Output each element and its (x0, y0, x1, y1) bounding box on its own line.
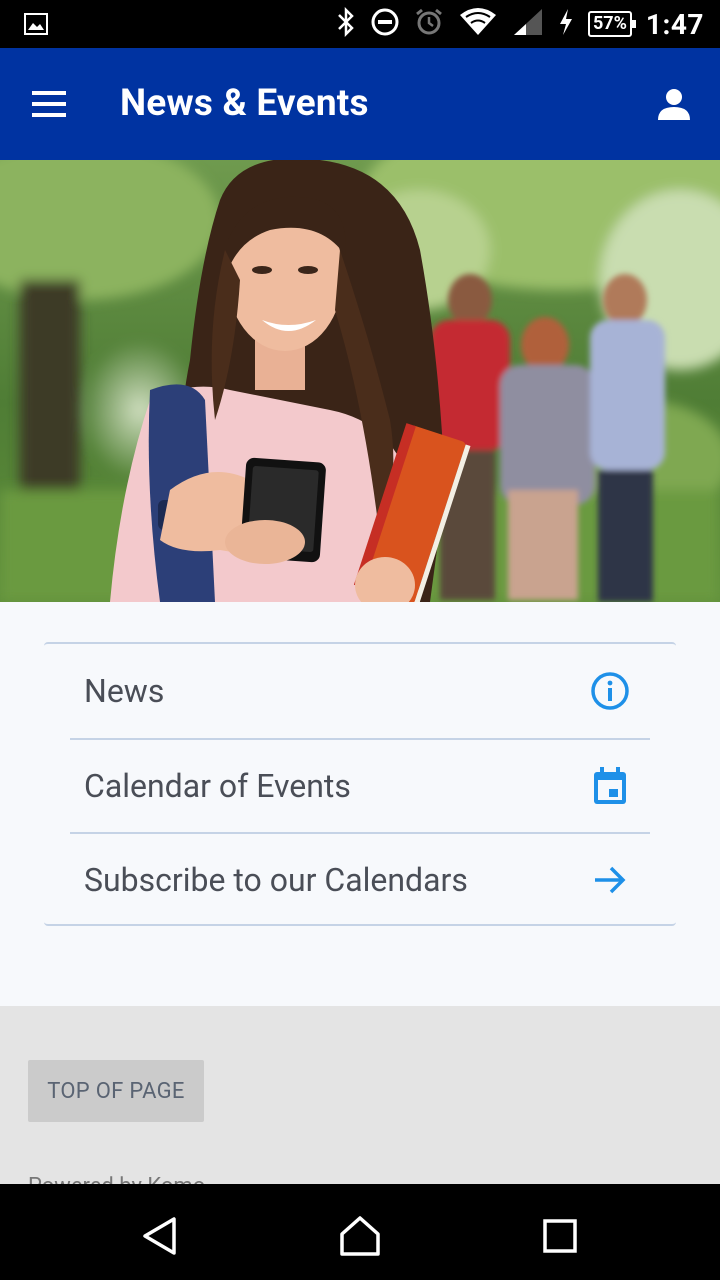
profile-icon (658, 89, 690, 120)
profile-button[interactable] (646, 76, 702, 132)
recents-icon (543, 1219, 577, 1253)
gallery-notification-icon (24, 0, 48, 48)
hamburger-menu-icon (32, 91, 66, 117)
top-of-page-button[interactable]: TOP OF PAGE (28, 1060, 204, 1122)
home-button[interactable] (332, 1208, 388, 1264)
bluetooth-icon (336, 6, 356, 41)
hamburger-menu-button[interactable] (22, 76, 78, 132)
news-events-menu: News Calendar of Events Subscribe to our… (44, 642, 676, 926)
status-icons: 57% 1:47 (336, 0, 704, 48)
calendar-icon (588, 764, 632, 808)
arrow-right-icon (588, 858, 632, 902)
content-area: News Calendar of Events Subscribe to our… (0, 602, 720, 1006)
menu-item-label: Calendar of Events (84, 767, 351, 805)
clock: 1:47 (645, 7, 704, 41)
alarm-icon (414, 7, 444, 41)
page-title: News & Events (120, 82, 369, 125)
system-nav-bar (0, 1184, 720, 1280)
menu-item-label: Subscribe to our Calendars (84, 861, 468, 899)
menu-item-news[interactable]: News (70, 644, 650, 738)
cell-signal-icon (512, 7, 544, 41)
wifi-icon (458, 7, 498, 41)
menu-item-subscribe-calendars[interactable]: Subscribe to our Calendars (70, 832, 650, 926)
powered-by-text: Powered by Komo (28, 1174, 205, 1184)
recents-button[interactable] (532, 1208, 588, 1264)
back-icon (143, 1217, 176, 1255)
do-not-disturb-icon (370, 7, 400, 41)
hero-image (0, 160, 720, 602)
home-icon (340, 1216, 380, 1256)
menu-item-label: News (84, 672, 165, 710)
app-bar: News & Events (0, 48, 720, 160)
battery-icon: 57% (587, 11, 636, 37)
charging-icon (558, 8, 574, 40)
menu-item-calendar-of-events[interactable]: Calendar of Events (70, 738, 650, 832)
status-bar: 57% 1:47 (0, 0, 720, 48)
back-button[interactable] (132, 1208, 188, 1264)
footer: TOP OF PAGE Powered by Komo (0, 1006, 720, 1184)
info-icon (588, 669, 632, 713)
